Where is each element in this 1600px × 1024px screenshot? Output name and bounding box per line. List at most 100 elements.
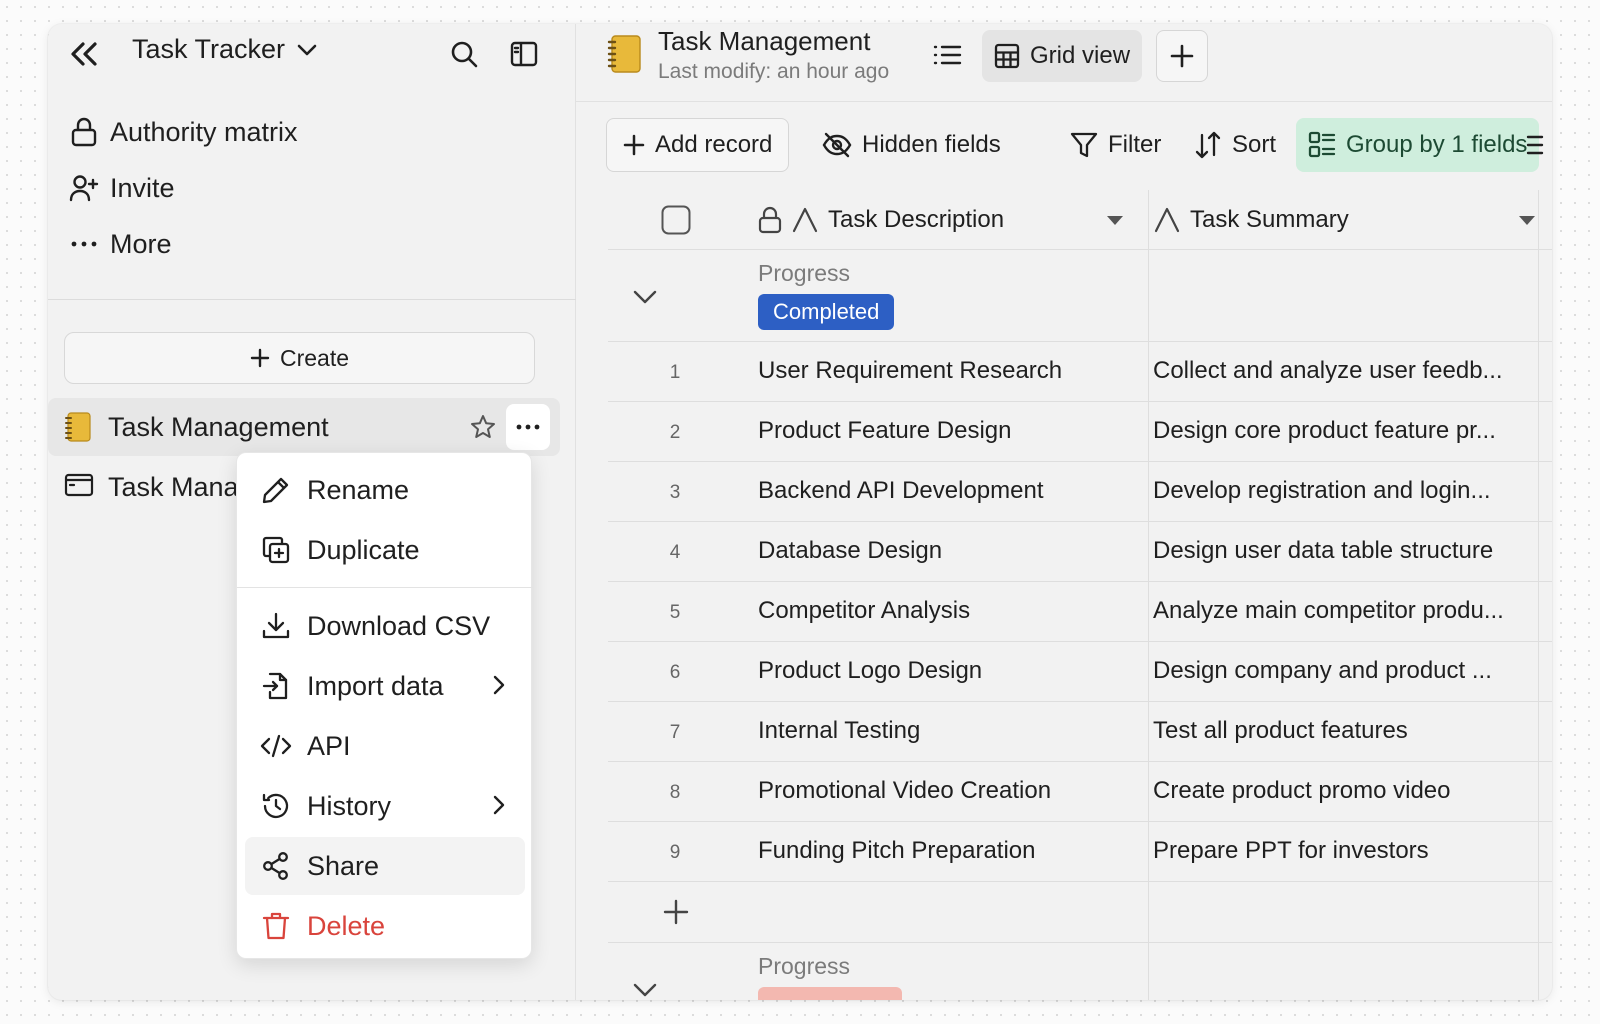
more-horizontal-icon: [68, 228, 100, 260]
import-icon: [259, 669, 293, 703]
chevron-down-icon[interactable]: [628, 973, 662, 1000]
cell-task-summary[interactable]: Prepare PPT for investors: [1153, 837, 1537, 865]
notebook-icon: [64, 412, 92, 442]
cell-task-summary[interactable]: Design company and product ...: [1153, 657, 1537, 685]
group-by-label: Group by 1 fields: [1346, 131, 1528, 158]
plus-icon[interactable]: [662, 898, 690, 926]
table-row[interactable]: 1 User Requirement Research Collect and an…: [608, 342, 1552, 402]
sort-button[interactable]: Sort: [1194, 118, 1276, 172]
text-field-icon: [792, 207, 818, 233]
code-icon: [259, 729, 293, 763]
add-row[interactable]: [608, 882, 1552, 943]
history-icon: [259, 789, 293, 823]
menu-item-delete[interactable]: Delete: [245, 897, 525, 955]
cell-task-description[interactable]: Product Feature Design: [758, 417, 1011, 445]
cell-task-description[interactable]: Product Logo Design: [758, 657, 982, 685]
table-row[interactable]: 3 Backend API Development Develop registra…: [608, 462, 1552, 522]
row-height-icon[interactable]: [1526, 130, 1552, 160]
menu-item-history[interactable]: History: [245, 777, 525, 835]
menu-item-download-csv[interactable]: Download CSV: [245, 597, 525, 655]
sidebar-table-task-management[interactable]: Task Management: [48, 398, 560, 456]
create-button[interactable]: Create: [64, 332, 535, 384]
sidebar-header: Task Tracker: [48, 24, 576, 82]
eye-off-icon: [822, 132, 852, 158]
list-icon[interactable]: [930, 38, 964, 72]
caret-down-icon[interactable]: [1106, 215, 1124, 226]
cell-task-description[interactable]: Competitor Analysis: [758, 597, 970, 625]
group-field-label: Progress: [758, 953, 851, 979]
menu-item-api[interactable]: API: [245, 717, 525, 775]
table-row[interactable]: 2 Product Feature Design Design core produ…: [608, 402, 1552, 462]
add-record-label: Add record: [655, 131, 773, 158]
caret-down-icon[interactable]: [1518, 215, 1536, 226]
nav-invite[interactable]: Invite: [68, 168, 175, 208]
cell-task-summary[interactable]: Collect and analyze user feedb...: [1153, 357, 1537, 385]
create-label: Create: [279, 344, 350, 371]
table-row[interactable]: 8 Promotional Video Creation Create produc…: [608, 762, 1552, 822]
chevron-down-icon[interactable]: [628, 280, 662, 314]
cell-task-description[interactable]: Funding Pitch Preparation: [758, 837, 1036, 865]
text-field-icon: [1154, 207, 1180, 233]
row-number: 3: [669, 482, 681, 503]
table-row[interactable]: 4 Database Design Design user data table s…: [608, 522, 1552, 582]
cell-task-description[interactable]: Backend API Development: [758, 477, 1044, 505]
main-panel: Task Management Last modify: an hour ago…: [576, 24, 1552, 1000]
column-header-task-summary[interactable]: Task Summary: [1154, 190, 1552, 250]
menu-item-label: Delete: [307, 910, 386, 941]
nav-more[interactable]: More: [68, 224, 172, 264]
context-menu: Rename Duplicate Download CSV Import dat: [236, 452, 533, 959]
select-all-checkbox[interactable]: [660, 204, 692, 236]
cell-task-summary[interactable]: Develop registration and login...: [1153, 477, 1537, 505]
menu-item-import-data[interactable]: Import data: [245, 657, 525, 715]
group-header-completed[interactable]: Progress Completed: [608, 250, 1552, 342]
collapse-sidebar-icon[interactable]: [66, 36, 102, 72]
toolbar: Add record Hidden fields Filter Sort Gro…: [576, 118, 1552, 174]
row-number: 4: [669, 542, 681, 563]
grid-view-tab[interactable]: Grid view: [982, 30, 1143, 82]
menu-item-rename[interactable]: Rename: [245, 461, 525, 519]
add-record-button[interactable]: Add record: [606, 118, 790, 172]
group-header-next[interactable]: Progress: [608, 943, 1552, 1000]
hidden-fields-button[interactable]: Hidden fields: [822, 118, 1001, 172]
column-header-task-description[interactable]: Task Description: [758, 190, 1138, 250]
menu-item-share[interactable]: Share: [245, 837, 525, 895]
share-icon: [259, 849, 293, 883]
column-title: Task Description: [828, 206, 1005, 233]
hidden-fields-label: Hidden fields: [862, 131, 1001, 158]
cell-task-description[interactable]: User Requirement Research: [758, 357, 1062, 385]
table-row[interactable]: 6 Product Logo Design Design company and p…: [608, 642, 1552, 702]
nav-label: Authority matrix: [110, 116, 298, 147]
cell-task-summary[interactable]: Design user data table structure: [1153, 537, 1537, 565]
notebook-icon: [604, 34, 644, 74]
table-row[interactable]: 9 Funding Pitch Preparation Prepare PPT fo…: [608, 822, 1552, 882]
star-icon[interactable]: [468, 412, 498, 442]
sort-label: Sort: [1232, 131, 1277, 158]
table-row[interactable]: 5 Competitor Analysis Analyze main competi…: [608, 582, 1552, 642]
workspace-switcher[interactable]: Task Tracker: [132, 34, 317, 65]
cell-task-summary[interactable]: Create product promo video: [1153, 777, 1537, 805]
more-options-icon[interactable]: [506, 404, 550, 450]
sort-icon: [1194, 131, 1222, 159]
sidebar-toggle-icon[interactable]: [506, 36, 542, 72]
cell-task-description[interactable]: Internal Testing: [758, 717, 920, 745]
group-icon: [1308, 131, 1336, 159]
search-icon[interactable]: [446, 36, 482, 72]
filter-button[interactable]: Filter: [1070, 118, 1161, 172]
cell-task-summary[interactable]: Test all product features: [1153, 717, 1537, 745]
menu-item-label: Rename: [307, 474, 410, 505]
filter-label: Filter: [1108, 131, 1162, 158]
nav-authority-matrix[interactable]: Authority matrix: [68, 112, 298, 152]
cell-task-description[interactable]: Promotional Video Creation: [758, 777, 1051, 805]
group-by-button[interactable]: Group by 1 fields: [1296, 118, 1540, 172]
table-label: Task Mana: [108, 471, 239, 502]
sidebar-divider: [48, 299, 576, 300]
filter-icon: [1070, 131, 1098, 159]
cell-task-summary[interactable]: Design core product feature pr...: [1153, 417, 1537, 445]
table-row[interactable]: 7 Internal Testing Test all product featur…: [608, 702, 1552, 762]
chevron-down-icon: [297, 44, 317, 56]
plus-icon: [1170, 44, 1194, 68]
cell-task-description[interactable]: Database Design: [758, 537, 942, 565]
add-view-button[interactable]: [1156, 30, 1208, 82]
menu-item-duplicate[interactable]: Duplicate: [245, 521, 525, 579]
cell-task-summary[interactable]: Analyze main competitor produ...: [1153, 597, 1537, 625]
